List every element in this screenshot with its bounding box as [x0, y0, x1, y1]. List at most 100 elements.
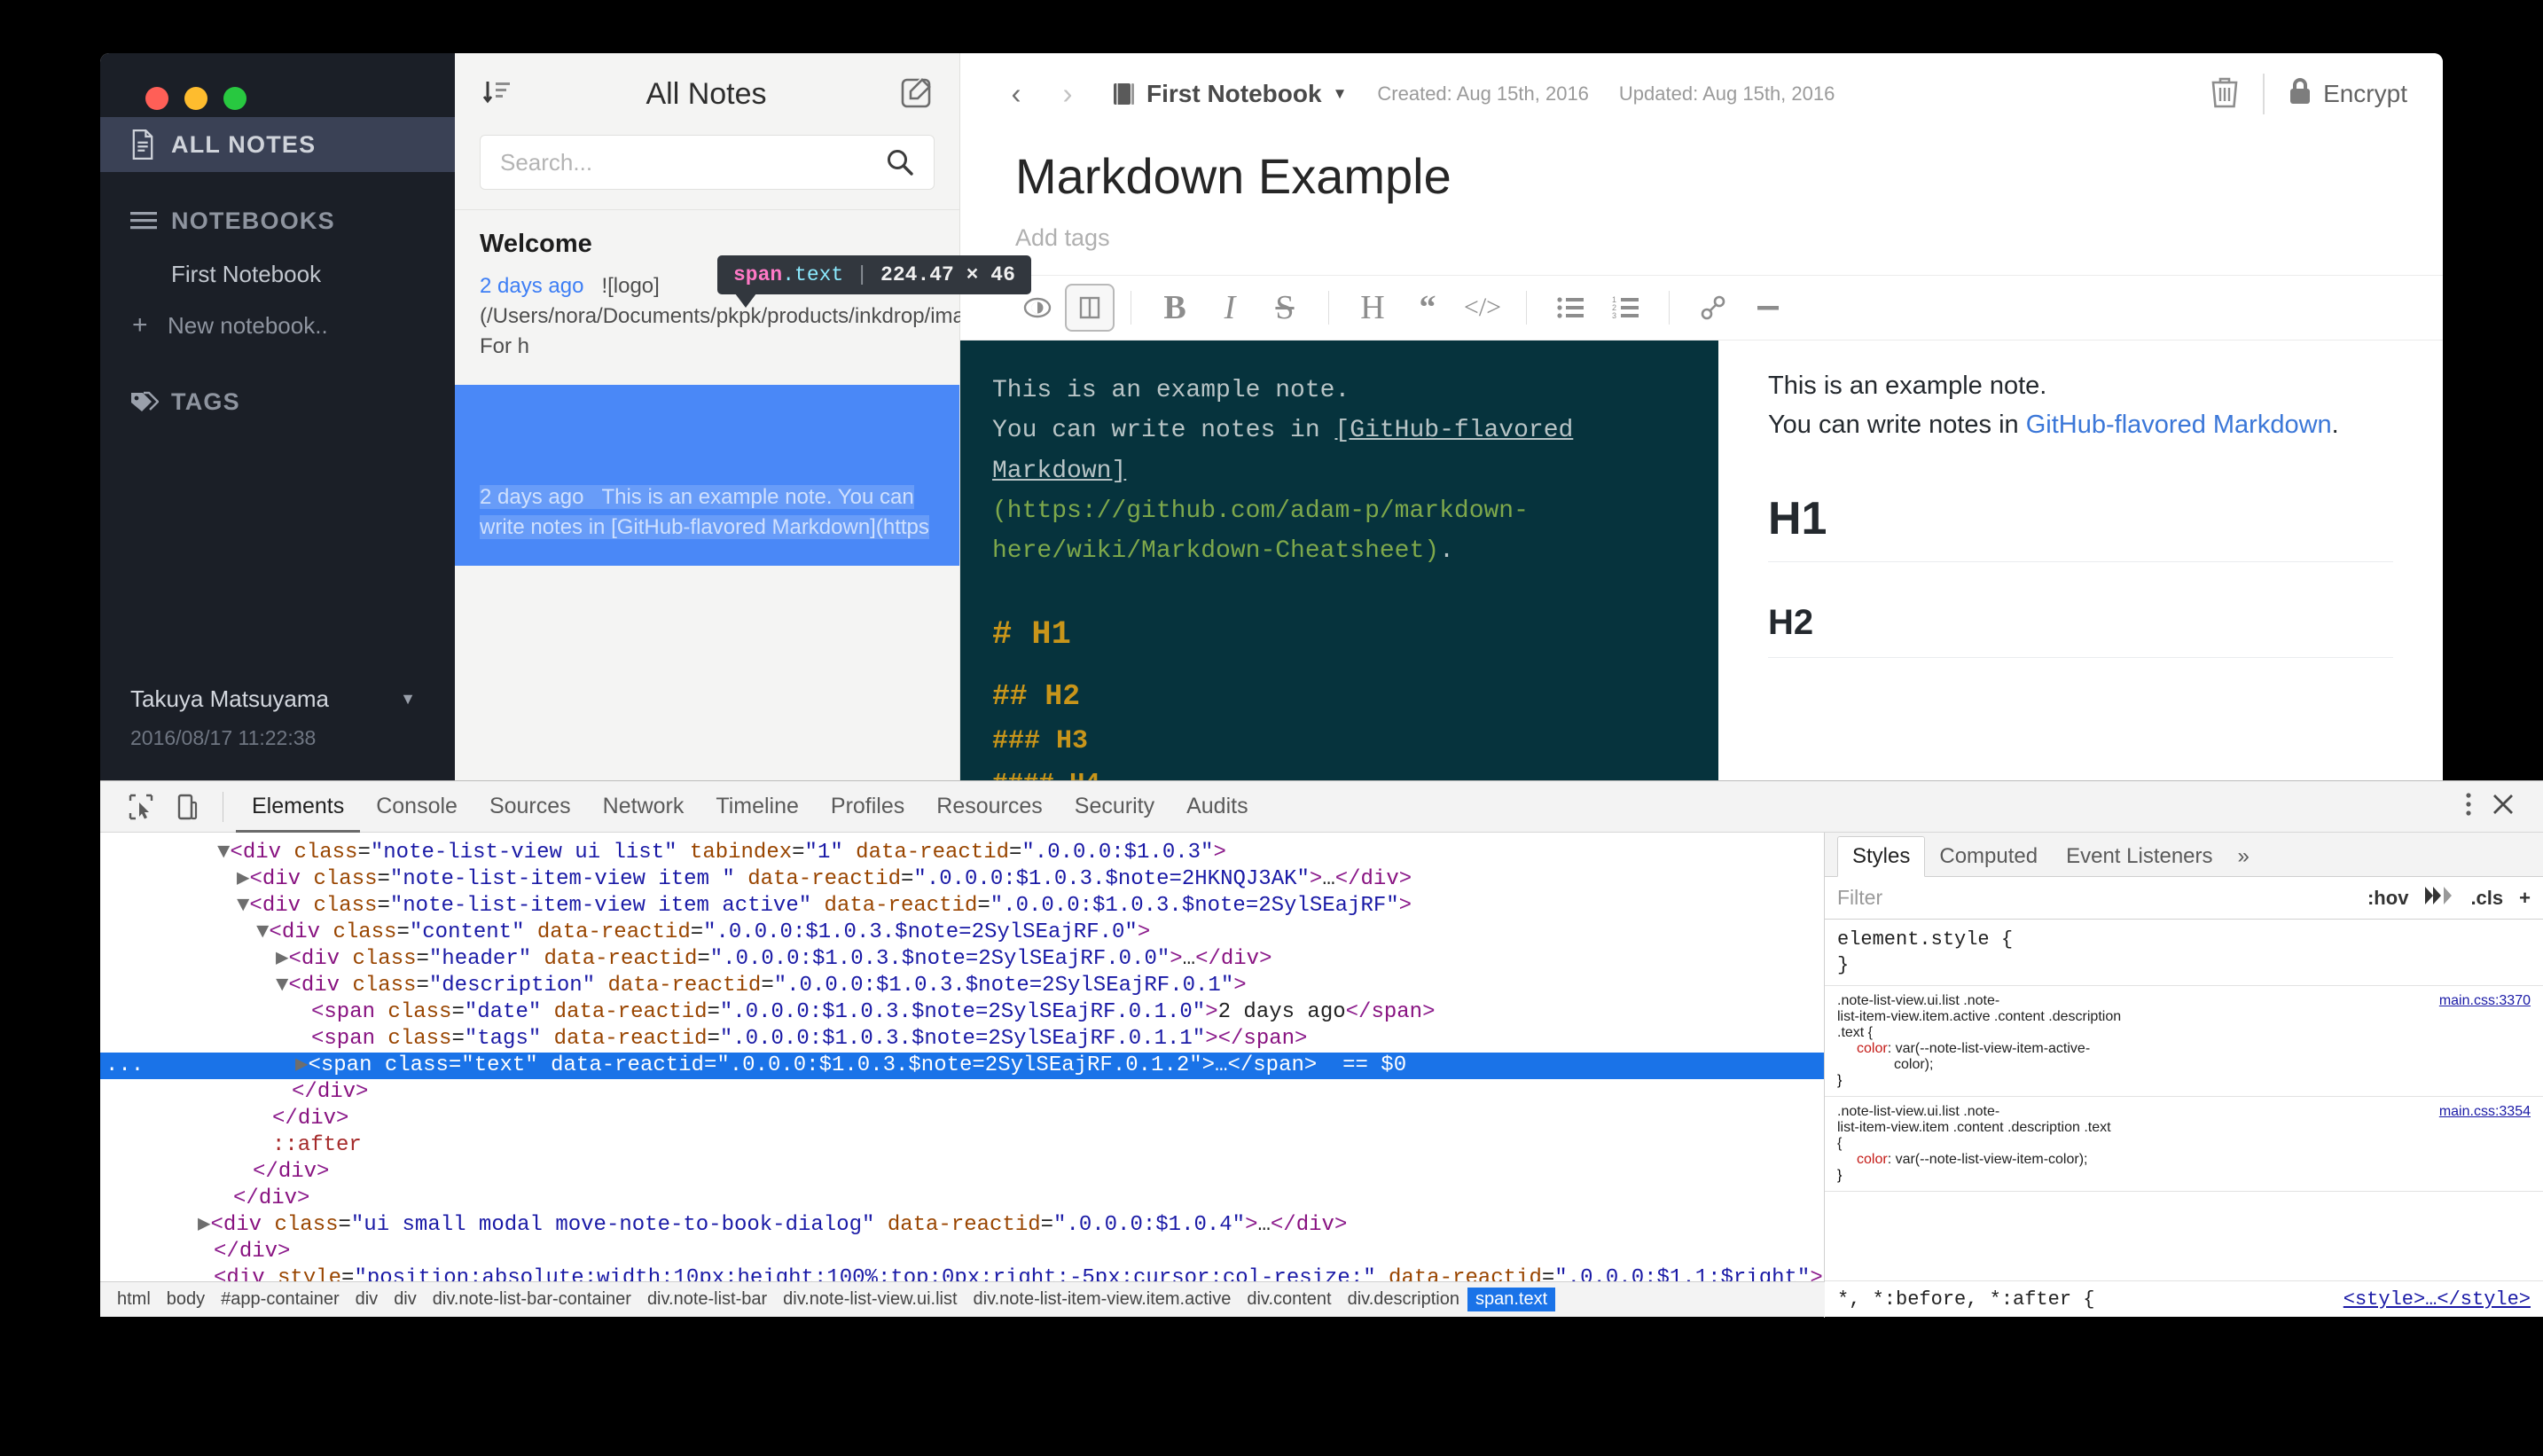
sidebar-section-notebooks[interactable]: NOTEBOOKS [100, 193, 455, 248]
forward-arrow-icon[interactable]: › [1042, 77, 1093, 111]
back-arrow-icon[interactable]: ‹ [990, 77, 1042, 111]
dom-line-more-icon[interactable]: ... [106, 1053, 144, 1079]
dom-tree-line[interactable]: </div> [100, 1106, 1824, 1132]
devtools-tab-timeline[interactable]: Timeline [700, 781, 815, 833]
sidebar-notebook-first-notebook[interactable]: First Notebook [100, 248, 455, 300]
dom-tree-pane[interactable]: ▼<div class="note-list-view ui list" tab… [100, 833, 1825, 1318]
search-icon[interactable] [886, 148, 914, 181]
breadcrumb-item[interactable]: div [348, 1288, 387, 1311]
styles-tab-computed[interactable]: Computed [1925, 837, 2052, 876]
device-toolbar-icon[interactable] [164, 787, 210, 826]
heading-icon[interactable]: H [1345, 284, 1400, 332]
color-scheme-icon[interactable] [2424, 886, 2454, 911]
trash-icon[interactable] [2210, 75, 2240, 114]
collapse-triangle-icon[interactable]: ▼ [276, 974, 288, 998]
breadcrumb-item[interactable]: body [159, 1288, 213, 1311]
breadcrumb-item[interactable]: div [386, 1288, 425, 1311]
breadcrumb-item[interactable]: html [109, 1288, 159, 1311]
style-source-link[interactable]: main.css:3370 [2439, 993, 2531, 1009]
dom-tree-line[interactable]: ▶<div class="header" data-reactid=".0.0.… [100, 946, 1824, 973]
sort-icon[interactable] [481, 77, 512, 112]
search-box[interactable] [480, 135, 935, 190]
dom-tree-line[interactable]: ▶<div class="note-list-item-view item " … [100, 866, 1824, 893]
horizontal-rule-icon[interactable] [1741, 284, 1796, 332]
maximize-button[interactable] [223, 87, 246, 110]
note-list-item[interactable]: 2 days ago This is an example note. You … [455, 385, 959, 566]
style-source-link[interactable]: main.css:3354 [2439, 1104, 2531, 1120]
expand-triangle-icon[interactable]: ▶ [198, 1213, 210, 1237]
style-value[interactable]: var(--note-list-view-item-color); [1896, 1152, 2088, 1167]
new-note-icon[interactable] [901, 76, 933, 113]
devtools-tab-console[interactable]: Console [360, 781, 473, 833]
search-input[interactable] [500, 149, 914, 176]
dom-tree-line[interactable]: ▶<div class="ui small modal move-note-to… [100, 1212, 1824, 1239]
blockquote-icon[interactable]: “ [1400, 284, 1455, 332]
sidebar-new-notebook[interactable]: + New notebook.. [100, 300, 455, 351]
more-options-icon[interactable] [2465, 791, 2472, 822]
hov-toggle[interactable]: :hov [2367, 887, 2408, 910]
cls-toggle[interactable]: .cls [2470, 887, 2503, 910]
new-style-rule-button[interactable]: + [2519, 887, 2531, 910]
style-property[interactable]: color [1837, 1041, 1888, 1056]
encrypt-button[interactable]: Encrypt [2288, 77, 2407, 112]
devtools-tab-network[interactable]: Network [587, 781, 700, 833]
style-value[interactable]: var(--note-list-view-item-active- [1896, 1041, 2091, 1056]
breadcrumb-item[interactable]: span.text [1467, 1288, 1555, 1311]
sidebar-user-block[interactable]: Takuya Matsuyama ▼ 2016/08/17 11:22:38 [100, 678, 455, 780]
sidebar-item-all-notes[interactable]: ALL NOTES [100, 117, 455, 172]
inspect-element-icon[interactable] [118, 787, 164, 826]
style-source-link[interactable]: <style>…</style> [2343, 1288, 2531, 1311]
user-row[interactable]: Takuya Matsuyama ▼ [100, 678, 455, 719]
close-icon[interactable] [2492, 793, 2515, 820]
dom-tree-line[interactable]: </div> [100, 1186, 1824, 1212]
collapse-triangle-icon[interactable]: ▼ [256, 920, 269, 944]
style-property[interactable]: color [1837, 1152, 1888, 1167]
code-icon[interactable]: </> [1455, 284, 1510, 332]
close-button[interactable] [145, 87, 168, 110]
note-title[interactable]: Markdown Example [960, 135, 2443, 205]
collapse-triangle-icon[interactable]: ▼ [217, 841, 230, 865]
window-traffic-lights[interactable] [122, 78, 282, 114]
breadcrumb-item[interactable]: #app-container [213, 1288, 347, 1311]
bullet-list-icon[interactable] [1543, 284, 1598, 332]
bold-icon[interactable]: B [1147, 284, 1202, 332]
dom-tree-line[interactable]: ▼<div class="content" data-reactid=".0.0… [100, 920, 1824, 946]
devtools-tab-profiles[interactable]: Profiles [815, 781, 920, 833]
add-tags-input[interactable]: Add tags [960, 205, 2443, 252]
styles-more-tabs-icon[interactable]: » [2227, 837, 2260, 876]
italic-icon[interactable]: I [1202, 284, 1257, 332]
ordered-list-icon[interactable]: 123 [1598, 284, 1653, 332]
collapse-triangle-icon[interactable]: ▼ [237, 894, 249, 918]
dom-tree-line[interactable]: ▼<div class="note-list-item-view item ac… [100, 893, 1824, 920]
devtools-tab-security[interactable]: Security [1059, 781, 1170, 833]
minimize-button[interactable] [184, 87, 207, 110]
breadcrumb-item[interactable]: div.note-list-view.ui.list [775, 1288, 965, 1311]
note-list-item[interactable]: Welcome 2 days ago ![logo](/Users/nora/D… [455, 210, 959, 385]
breadcrumb-item[interactable]: div.note-list-bar [639, 1288, 775, 1311]
expand-triangle-icon[interactable]: ▶ [237, 867, 249, 891]
dom-tree-line[interactable]: ▼<div class="note-list-view ui list" tab… [100, 840, 1824, 866]
dom-tree-line[interactable]: </div> [100, 1159, 1824, 1186]
breadcrumb-item[interactable]: div.note-list-bar-container [425, 1288, 639, 1311]
devtools-tab-audits[interactable]: Audits [1170, 781, 1264, 833]
markdown-source-pane[interactable]: This is an example note. You can write n… [960, 341, 1718, 780]
styles-tab-styles[interactable]: Styles [1837, 836, 1925, 877]
expand-triangle-icon[interactable]: ▶ [276, 947, 288, 971]
devtools-tab-resources[interactable]: Resources [920, 781, 1059, 833]
strikethrough-icon[interactable]: S [1257, 284, 1312, 332]
styles-tab-event-listeners[interactable]: Event Listeners [2052, 837, 2226, 876]
chevron-down-icon[interactable]: ▼ [400, 690, 416, 708]
breadcrumb-item[interactable]: div.description [1340, 1288, 1467, 1311]
split-view-icon[interactable] [1065, 284, 1115, 332]
breadcrumb-item[interactable]: div.content [1239, 1288, 1339, 1311]
styles-filter-input[interactable]: Filter [1837, 886, 1882, 910]
dom-tree-line[interactable]: <span class="tags" data-reactid=".0.0.0:… [100, 1026, 1824, 1053]
dom-tree-line[interactable]: ▼<div class="description" data-reactid="… [100, 973, 1824, 999]
dom-tree-line[interactable]: ::after [100, 1132, 1824, 1159]
dom-tree-line[interactable]: </div> [100, 1079, 1824, 1106]
dom-tree-line[interactable]: ▶<span class="text" data-reactid=".0.0.0… [100, 1053, 1824, 1079]
sidebar-section-tags[interactable]: TAGS [100, 374, 455, 429]
devtools-tab-sources[interactable]: Sources [473, 781, 587, 833]
dom-tree-line[interactable]: </div> [100, 1239, 1824, 1265]
dom-tree-line[interactable]: <span class="date" data-reactid=".0.0.0:… [100, 999, 1824, 1026]
